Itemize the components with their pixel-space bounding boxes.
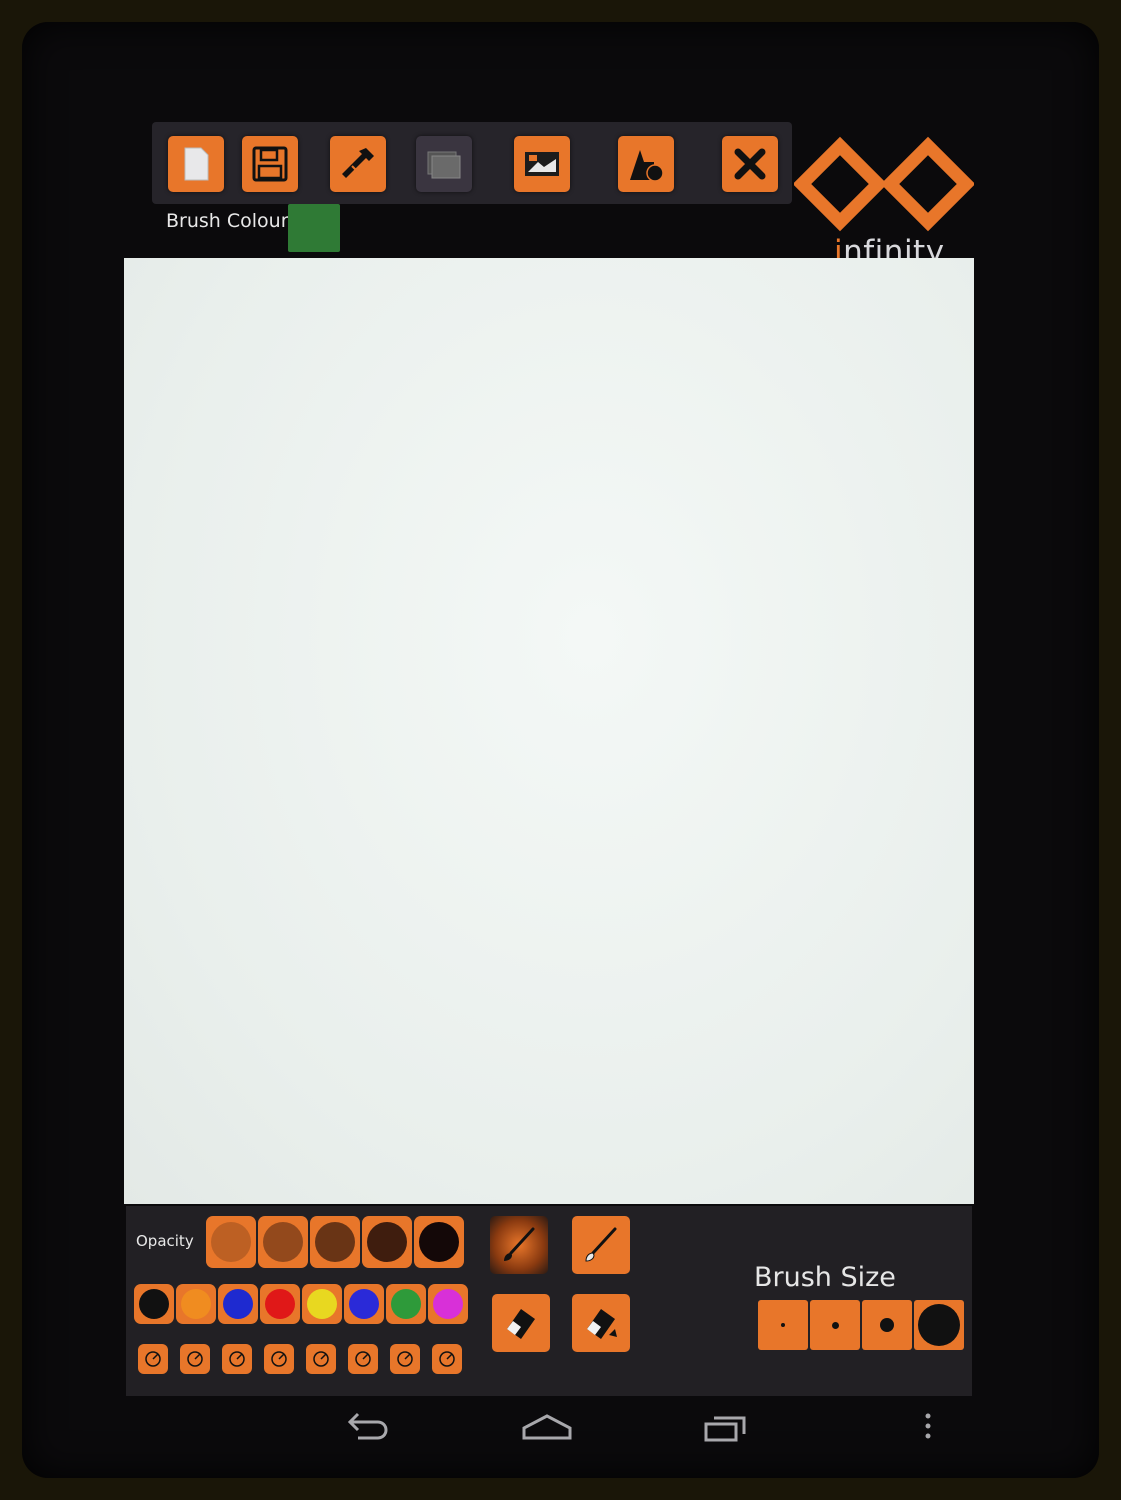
toolbar	[152, 122, 792, 204]
color-wheel-icon	[439, 1351, 455, 1367]
palette-black[interactable]	[134, 1284, 174, 1324]
color-picker-button[interactable]	[390, 1344, 420, 1374]
brush-icon	[504, 1227, 535, 1261]
eraser-icon	[507, 1309, 535, 1339]
color-picker-button[interactable]	[222, 1344, 252, 1374]
drawing-canvas[interactable]	[124, 258, 974, 1204]
color-wheel-icon	[229, 1351, 245, 1367]
palette-magenta[interactable]	[428, 1284, 468, 1324]
eyedropper-icon	[342, 148, 374, 178]
color-picker-button[interactable]	[432, 1344, 462, 1374]
palette-red[interactable]	[260, 1284, 300, 1324]
bottom-panel: Opacity Brush Size	[126, 1206, 972, 1396]
color-wheel-icon	[397, 1351, 413, 1367]
color-picker-button[interactable]	[138, 1344, 168, 1374]
palette-yellow[interactable]	[302, 1284, 342, 1324]
paint-app: Brush Colour infinity Opacity Brush Size	[122, 118, 974, 1398]
close-icon	[734, 148, 766, 180]
opacity-label: Opacity	[136, 1232, 194, 1250]
brush-size-label: Brush Size	[754, 1262, 896, 1293]
back-icon[interactable]	[342, 1408, 392, 1448]
new-page-button[interactable]	[168, 136, 224, 192]
image-button[interactable]	[514, 136, 570, 192]
opacity-button-80[interactable]	[362, 1216, 412, 1268]
brush-icon	[585, 1227, 617, 1262]
eyedropper-button[interactable]	[330, 136, 386, 192]
palette-blue[interactable]	[218, 1284, 258, 1324]
opacity-button-100[interactable]	[414, 1216, 464, 1268]
brush-size-medium[interactable]	[862, 1300, 912, 1350]
opacity-button-60[interactable]	[310, 1216, 360, 1268]
recent-apps-icon[interactable]	[702, 1408, 752, 1448]
palette-orange[interactable]	[176, 1284, 216, 1324]
shapes-icon	[630, 150, 664, 182]
color-picker-button[interactable]	[348, 1344, 378, 1374]
shapes-button[interactable]	[618, 136, 674, 192]
brush-tool[interactable]	[572, 1216, 630, 1274]
menu-icon[interactable]	[918, 1408, 938, 1448]
brush-size-large[interactable]	[914, 1300, 964, 1350]
layers-button[interactable]	[416, 136, 472, 192]
image-icon	[525, 152, 559, 176]
brush-colour-label: Brush Colour	[166, 210, 289, 232]
color-wheel-icon	[187, 1351, 203, 1367]
close-button[interactable]	[722, 136, 778, 192]
color-picker-button[interactable]	[264, 1344, 294, 1374]
palette-green[interactable]	[386, 1284, 426, 1324]
opacity-button-40[interactable]	[258, 1216, 308, 1268]
palette-blue-2[interactable]	[344, 1284, 384, 1324]
floppy-disk-icon	[252, 146, 288, 182]
brush-size-tiny[interactable]	[758, 1300, 808, 1350]
brush-size-small[interactable]	[810, 1300, 860, 1350]
color-wheel-icon	[145, 1351, 161, 1367]
eraser-tool[interactable]	[492, 1294, 550, 1352]
eraser-tool-alt[interactable]	[572, 1294, 630, 1352]
save-button[interactable]	[242, 136, 298, 192]
color-wheel-icon	[355, 1351, 371, 1367]
color-wheel-icon	[271, 1351, 287, 1367]
layers-icon	[427, 151, 461, 179]
system-navbar	[22, 1400, 1099, 1460]
home-icon[interactable]	[520, 1408, 574, 1448]
color-picker-button[interactable]	[306, 1344, 336, 1374]
brush-colour-swatch[interactable]	[288, 204, 340, 252]
blank-page-icon	[184, 147, 209, 181]
opacity-button-20[interactable]	[206, 1216, 256, 1268]
brush-tool-active[interactable]	[490, 1216, 548, 1274]
color-wheel-icon	[313, 1351, 329, 1367]
eraser-icon	[587, 1309, 617, 1339]
color-picker-button[interactable]	[180, 1344, 210, 1374]
